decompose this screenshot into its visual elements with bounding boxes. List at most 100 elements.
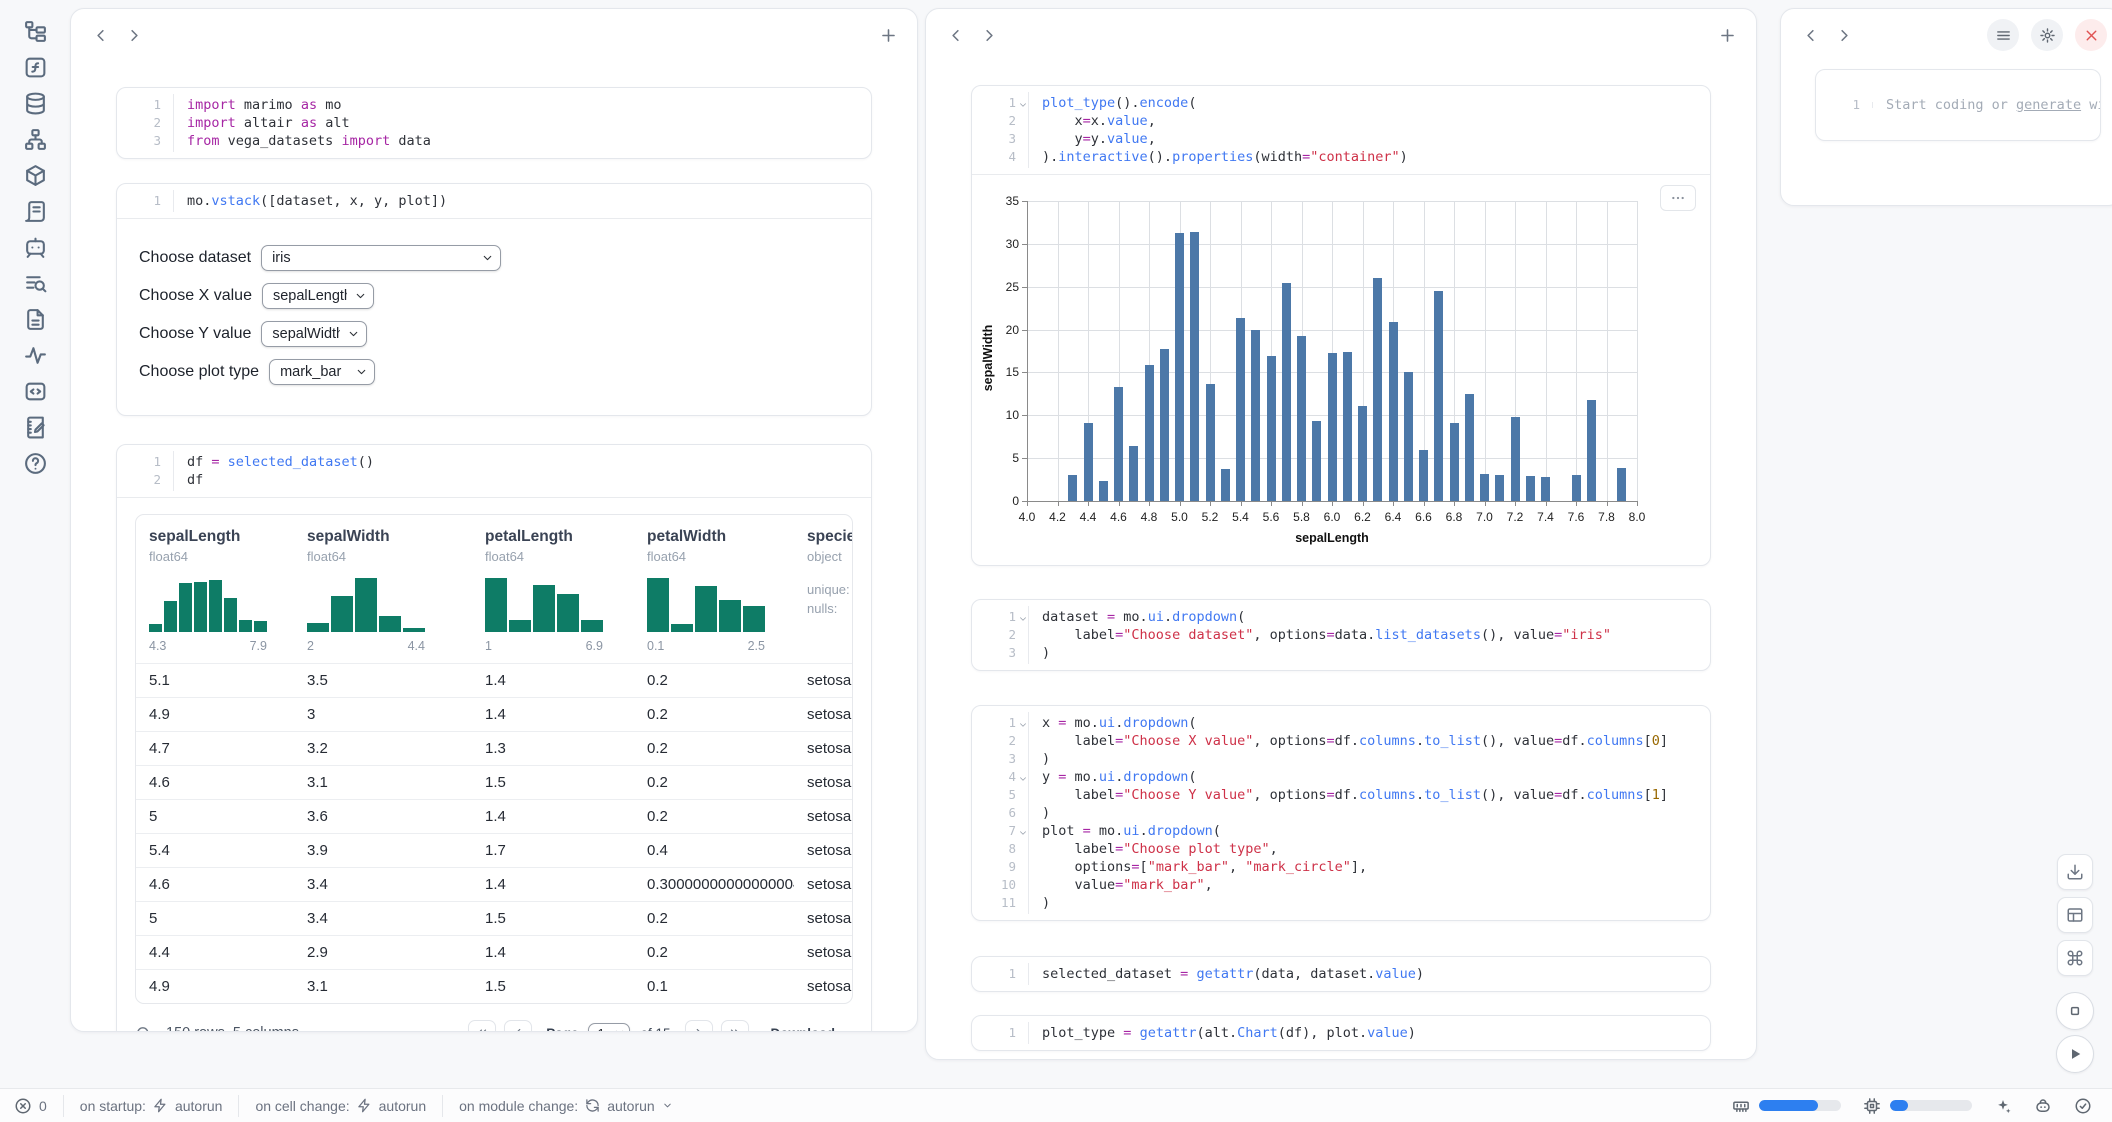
function-square-icon[interactable] [22,54,49,81]
column-header-species[interactable]: speciesobjectunique:nulls: [794,528,853,653]
runtime-config-on-module-change[interactable]: on module change:autorun [442,1095,689,1117]
table-row[interactable]: 5.43.91.70.4setosa [136,833,852,867]
tracing-icon[interactable] [22,342,49,369]
column-next-button[interactable] [119,20,149,50]
table-row[interactable]: 4.73.21.30.2setosa [136,731,852,765]
prev-page-button[interactable] [504,1020,532,1033]
code-line: 2df [117,471,871,489]
chat-bot-icon[interactable] [22,234,49,261]
column-prev-button[interactable] [1795,20,1825,50]
code-editor[interactable]: 1x = mo.ui.dropdown(2 label="Choose X va… [972,706,1710,920]
column-histogram [485,576,603,632]
code-cell-vstack-controls[interactable]: 1mo.vstack([dataset, x, y, plot])Choose … [116,183,872,416]
line-number: 4 [972,148,1028,166]
runtime-config-on-startup[interactable]: on startup:autorun [63,1095,239,1117]
cpu-icon [1863,1097,1881,1115]
snippets-icon[interactable] [22,306,49,333]
column-prev-button[interactable] [940,20,970,50]
code-cell-xy-plot-dropdowns[interactable]: 1x = mo.ui.dropdown(2 label="Choose X va… [971,705,1711,921]
histogram-min: 2 [307,639,314,653]
code-editor[interactable]: 1dataset = mo.ui.dropdown(2 label="Choos… [972,600,1710,670]
histogram-bar [194,582,207,632]
error-indicator[interactable]: 0 [0,1097,63,1115]
code-editor[interactable]: 1df = selected_dataset()2df [117,445,871,497]
code-editor[interactable]: 1import marimo as mo2import altair as al… [117,88,871,158]
add-cell-button[interactable] [1712,20,1742,50]
code-cell-dataframe[interactable]: 1df = selected_dataset()2dfsepalLengthfl… [116,444,872,1032]
code-line: 3) [972,750,1710,768]
column-header-petalWidth[interactable]: petalWidthfloat640.12.5 [634,528,794,653]
next-page-button[interactable] [685,1020,713,1033]
table-row[interactable]: 5.13.51.40.2setosa [136,663,852,697]
empty-code-cell[interactable]: 1 Start coding or generate with [1815,69,2101,141]
first-page-button[interactable] [468,1020,496,1033]
table-row[interactable]: 4.93.11.50.1setosa [136,969,852,1003]
column-header-sepalWidth[interactable]: sepalWidthfloat6424.4 [294,528,472,653]
code-square-icon[interactable] [22,378,49,405]
save-tray-icon[interactable] [2057,854,2093,890]
help-icon[interactable] [22,450,49,477]
table-cell: setosa [794,672,853,689]
table-row[interactable]: 53.61.40.2setosa [136,799,852,833]
column-header-petalLength[interactable]: petalLengthfloat6416.9 [472,528,634,653]
last-page-button[interactable] [721,1020,749,1033]
copilot-icon[interactable] [2034,1097,2052,1115]
code-cell-dataset-dropdown[interactable]: 1dataset = mo.ui.dropdown(2 label="Choos… [971,599,1711,671]
search-icon[interactable] [135,1025,152,1033]
table-row[interactable]: 4.931.40.2setosa [136,697,852,731]
scroll-logs-icon[interactable] [22,198,49,225]
stop-button[interactable] [2056,992,2094,1030]
code-cell-selected-dataset[interactable]: 1selected_dataset = getattr(data, datase… [971,956,1711,992]
add-cell-button[interactable] [873,20,903,50]
code-editor[interactable]: 1plot_type = getattr(alt.Chart(df), plot… [972,1016,1710,1050]
code-text: dataset = mo.ui.dropdown( [1028,608,1245,626]
chart-menu-button[interactable] [1660,185,1696,211]
code-text: df = selected_dataset() [173,453,374,471]
code-editor[interactable]: 1selected_dataset = getattr(data, datase… [972,957,1710,991]
code-cell-plot-type[interactable]: 1plot_type = getattr(alt.Chart(df), plot… [971,1015,1711,1051]
table-row[interactable]: 4.63.11.50.2setosa [136,765,852,799]
code-cell-plot-cell[interactable]: 1plot_type().encode(2 x=x.value,3 y=y.va… [971,85,1711,566]
column-dtype: float64 [307,549,472,564]
settings-gear-button[interactable] [2031,19,2063,51]
sparkles-icon[interactable] [1994,1097,2012,1115]
play-button[interactable] [2056,1035,2094,1073]
x-tick-label: 7.2 [1507,510,1524,524]
generate-with-ai-link[interactable]: generate [2016,97,2081,113]
editor-placeholder[interactable]: Start coding or generate with [1872,96,2101,114]
table-row[interactable]: 4.42.91.40.2setosa [136,935,852,969]
dropdown-choose-plot-type[interactable]: mark_bar [269,359,375,385]
download-button[interactable]: Download [771,1026,854,1033]
check-circle-icon[interactable] [2074,1097,2092,1115]
dropdown-choose-x-value[interactable]: sepalLength [262,283,374,309]
package-icon[interactable] [22,162,49,189]
dropdown-choose-dataset[interactable]: iris [261,245,501,271]
page-select[interactable]: 1 [588,1023,630,1033]
file-tree-icon[interactable] [22,18,49,45]
table-row[interactable]: 4.63.41.40.30000000000000004setosa [136,867,852,901]
dropdown-choose-y-value[interactable]: sepalWidth [261,321,367,347]
histogram-bar [179,583,192,632]
table-cell: 1.4 [472,706,634,723]
code-editor[interactable]: 1mo.vstack([dataset, x, y, plot]) [117,184,871,218]
column-next-button[interactable] [1829,20,1859,50]
histogram-max: 2.5 [748,639,765,653]
menu-button[interactable] [1987,19,2019,51]
gridline-horizontal [1027,244,1637,245]
altair-bar-chart[interactable]: 4.04.24.44.64.85.05.25.45.65.86.06.26.46… [972,175,1710,565]
database-icon[interactable] [22,90,49,117]
scratchpad-icon[interactable] [22,414,49,441]
dependency-graph-icon[interactable] [22,126,49,153]
runtime-config-on-cell-change[interactable]: on cell change:autorun [238,1095,442,1117]
column-header-sepalLength[interactable]: sepalLengthfloat644.37.9 [136,528,294,653]
column-next-button[interactable] [974,20,1004,50]
doc-search-icon[interactable] [22,270,49,297]
command-icon[interactable] [2057,940,2093,976]
table-row[interactable]: 53.41.50.2setosa [136,901,852,935]
code-cell-imports[interactable]: 1import marimo as mo2import altair as al… [116,87,872,159]
layout-icon[interactable] [2057,897,2093,933]
x-tick-label: 7.6 [1568,510,1585,524]
close-button[interactable] [2075,19,2107,51]
code-editor[interactable]: 1plot_type().encode(2 x=x.value,3 y=y.va… [972,86,1710,174]
column-prev-button[interactable] [85,20,115,50]
